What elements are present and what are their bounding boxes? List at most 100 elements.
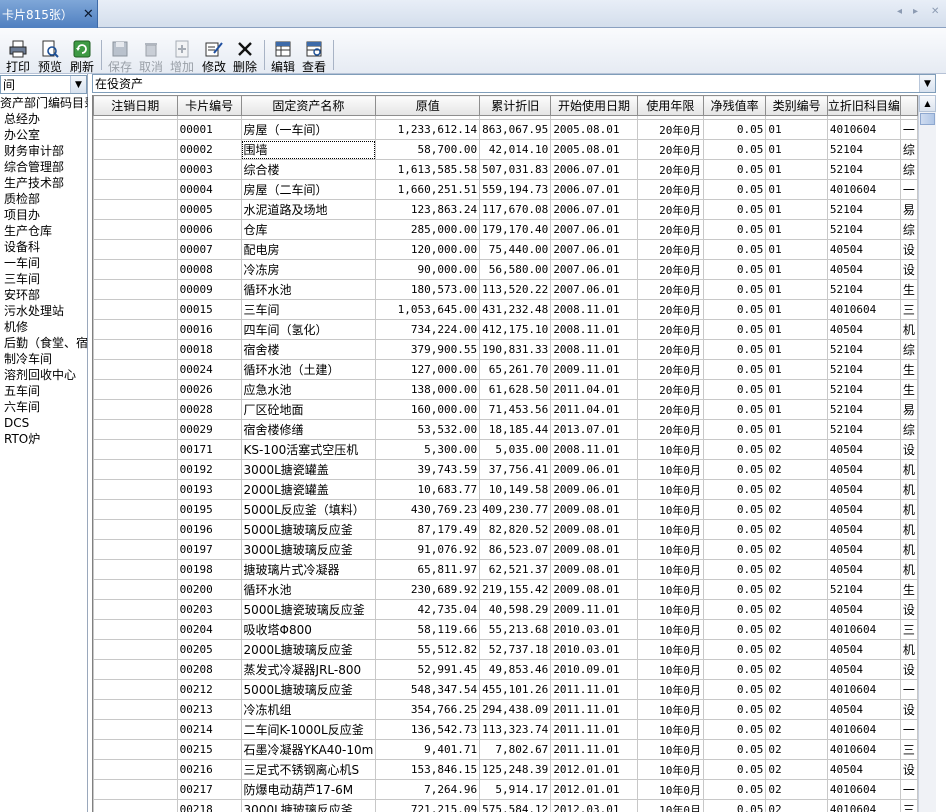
table-cell[interactable]: 136,542.73 [375, 719, 481, 740]
table-cell[interactable]: 2010.09.01 [550, 659, 638, 680]
table-cell[interactable]: 37,756.41 [479, 459, 552, 480]
table-cell[interactable]: 2011.11.01 [550, 719, 638, 740]
table-cell[interactable]: 02 [765, 559, 828, 580]
table-cell[interactable]: 00029 [176, 419, 242, 440]
table-row[interactable]: 00197 3000L搪玻璃反应釜 91,076.92 86,523.07 2009.0… [93, 539, 918, 560]
table-cell[interactable]: 00005 [176, 199, 242, 220]
table-cell[interactable]: 搪玻璃片式冷凝器 [240, 559, 377, 580]
table-cell[interactable]: 设 [899, 759, 918, 780]
table-cell[interactable]: 00004 [176, 179, 242, 200]
table-cell[interactable]: 机 [899, 499, 918, 520]
tree-item-department[interactable]: 安环部 [0, 287, 88, 303]
table-cell[interactable]: 863,067.95 [479, 119, 552, 140]
table-row[interactable]: 00218 3000L搪玻璃反应釜 721,215.09 575,584.12 2012… [93, 799, 918, 812]
table-cell[interactable] [93, 759, 178, 780]
table-cell[interactable]: 52104 [826, 199, 901, 220]
table-cell[interactable]: 20年0月 [636, 399, 704, 420]
table-cell[interactable]: 设 [899, 659, 918, 680]
table-cell[interactable]: 82,820.52 [479, 519, 552, 540]
table-cell[interactable]: 409,230.77 [479, 499, 552, 520]
table-cell[interactable]: 02 [765, 659, 828, 680]
table-cell[interactable]: 防爆电动葫芦17-6M [240, 779, 377, 800]
table-cell[interactable]: 1,613,585.58 [375, 159, 481, 180]
table-cell[interactable]: 00203 [176, 599, 242, 620]
table-cell[interactable]: 2007.06.01 [550, 219, 638, 240]
table-cell[interactable]: 2013.07.01 [550, 419, 638, 440]
table-cell[interactable]: 20年0月 [636, 379, 704, 400]
table-cell[interactable]: 10年0月 [636, 719, 704, 740]
table-cell[interactable]: 10年0月 [636, 759, 704, 780]
table-cell[interactable] [93, 659, 178, 680]
table-cell[interactable]: 冷冻机组 [240, 699, 377, 720]
table-row[interactable]: 00002 围墙 58,700.00 42,014.10 2005.08.01 20年0月… [93, 139, 918, 160]
table-cell[interactable]: 430,769.23 [375, 499, 481, 520]
table-cell[interactable]: 52,737.18 [479, 639, 552, 660]
table-cell[interactable]: 0.05 [702, 299, 767, 320]
table-cell[interactable]: 2009.08.01 [550, 559, 638, 580]
table-cell[interactable] [93, 119, 178, 140]
table-cell[interactable]: 20年0月 [636, 339, 704, 360]
table-cell[interactable]: 循环水池（土建） [240, 359, 377, 380]
table-cell[interactable]: 40504 [826, 639, 901, 660]
table-row[interactable]: 00018 宿舍楼 379,900.55 190,831.33 2008.11.01 20… [93, 339, 918, 360]
table-cell[interactable]: 01 [765, 279, 828, 300]
table-row[interactable]: 00008 冷冻房 90,000.00 56,580.00 2007.06.01 20年0… [93, 259, 918, 280]
table-cell[interactable]: 2005.08.01 [550, 119, 638, 140]
table-cell[interactable]: 生 [899, 359, 918, 380]
table-cell[interactable]: 02 [765, 699, 828, 720]
table-cell[interactable]: 20年0月 [636, 139, 704, 160]
table-cell[interactable]: 0.05 [702, 779, 767, 800]
table-cell[interactable]: 0.05 [702, 659, 767, 680]
table-cell[interactable]: 52104 [826, 579, 901, 600]
tree-item-department[interactable]: 六车间 [0, 399, 88, 415]
table-cell[interactable]: 0.05 [702, 379, 767, 400]
column-header[interactable]: 净残值率 [702, 95, 767, 116]
table-cell[interactable]: 设 [899, 699, 918, 720]
add-button[interactable]: 增加 [166, 40, 198, 74]
table-cell[interactable]: 01 [765, 219, 828, 240]
table-cell[interactable] [93, 779, 178, 800]
table-cell[interactable]: 3000L搪瓷罐盖 [240, 459, 377, 480]
table-cell[interactable]: 2012.01.01 [550, 779, 638, 800]
table-cell[interactable]: 0.05 [702, 319, 767, 340]
table-cell[interactable]: 20年0月 [636, 359, 704, 380]
table-cell[interactable] [93, 699, 178, 720]
table-cell[interactable]: 91,076.92 [375, 539, 481, 560]
table-cell[interactable]: 0.05 [702, 339, 767, 360]
table-cell[interactable]: 10年0月 [636, 779, 704, 800]
table-cell[interactable]: 75,440.00 [479, 239, 552, 260]
tree-item-department[interactable]: 综合管理部 [0, 159, 88, 175]
table-cell[interactable]: 00024 [176, 359, 242, 380]
table-row[interactable]: 00214 二车间K-1000L反应釜 136,542.73 113,323.74 20… [93, 719, 918, 740]
table-cell[interactable]: 10年0月 [636, 479, 704, 500]
table-cell[interactable]: 10年0月 [636, 679, 704, 700]
table-cell[interactable]: 10年0月 [636, 619, 704, 640]
table-row[interactable]: 00015 三车间 1,053,645.00 431,232.48 2008.11.01… [93, 299, 918, 320]
table-cell[interactable]: 575,584.12 [479, 799, 552, 812]
table-cell[interactable]: 61,628.50 [479, 379, 552, 400]
table-cell[interactable]: 40504 [826, 499, 901, 520]
table-cell[interactable]: 00192 [176, 459, 242, 480]
table-cell[interactable]: 2011.11.01 [550, 679, 638, 700]
table-cell[interactable]: 00205 [176, 639, 242, 660]
table-cell[interactable]: 2000L搪玻璃反应釜 [240, 639, 377, 660]
table-cell[interactable] [93, 139, 178, 160]
table-cell[interactable]: 20年0月 [636, 279, 704, 300]
table-cell[interactable] [93, 339, 178, 360]
table-cell[interactable]: 01 [765, 259, 828, 280]
table-cell[interactable]: 10,149.58 [479, 479, 552, 500]
table-cell[interactable]: 721,215.09 [375, 799, 481, 812]
table-cell[interactable]: 40504 [826, 239, 901, 260]
table-cell[interactable]: 49,853.46 [479, 659, 552, 680]
vertical-scrollbar[interactable]: ▲ [918, 95, 936, 812]
table-cell[interactable]: 10年0月 [636, 439, 704, 460]
table-cell[interactable]: 734,224.00 [375, 319, 481, 340]
table-cell[interactable]: 房屋（一车间） [240, 119, 377, 140]
table-cell[interactable]: 4010604 [826, 299, 901, 320]
tree-item-department[interactable]: 财务审计部 [0, 143, 88, 159]
table-cell[interactable]: 0.05 [702, 459, 767, 480]
table-cell[interactable]: 00213 [176, 699, 242, 720]
table-cell[interactable]: 71,453.56 [479, 399, 552, 420]
table-cell[interactable]: 559,194.73 [479, 179, 552, 200]
table-cell[interactable]: 2011.04.01 [550, 379, 638, 400]
